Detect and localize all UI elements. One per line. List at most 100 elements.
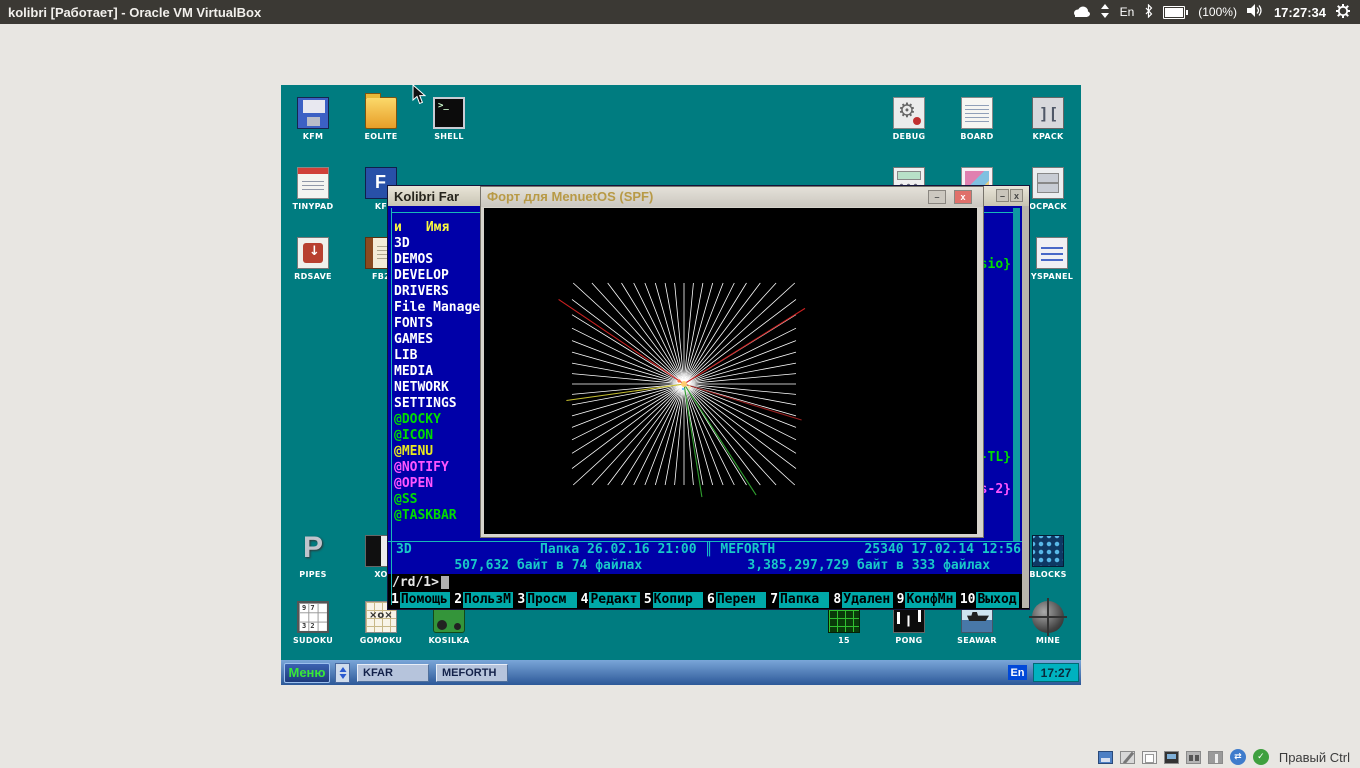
fkey-number: 4 [580, 592, 590, 608]
fkey-label: Редакт [589, 592, 639, 608]
far-status-line: 3DПапка 26.02.16 21:00 ║ MEFORTH25340 17… [388, 541, 1029, 558]
desktop-icon-label: PONG [895, 636, 922, 645]
far-scrollbar[interactable] [1022, 206, 1029, 608]
display-icon[interactable] [1164, 751, 1179, 764]
fkey-label: Копир [653, 592, 703, 608]
desktop-icon-board[interactable]: BOARD [945, 97, 1009, 141]
network-activity-icon[interactable] [1186, 751, 1201, 764]
far-command-line[interactable]: /rd/1> [388, 574, 1029, 591]
host-window-title: kolibri [Работает] - Oracle VM VirtualBo… [0, 5, 261, 20]
taskbar-right: En 17:27 [1008, 663, 1081, 682]
battery-icon[interactable] [1163, 6, 1188, 19]
pad-icon [297, 167, 329, 199]
sudoku-icon [297, 601, 329, 633]
updown-arrows-icon[interactable] [1100, 4, 1110, 21]
fkey-label: Выход [976, 592, 1019, 608]
fkey-label: Перен [716, 592, 766, 608]
fkey-number: 5 [643, 592, 653, 608]
fkey-number: 7 [769, 592, 779, 608]
desktop-icon-eolite[interactable]: EOLITE [349, 97, 413, 141]
usb-icon[interactable] [1208, 751, 1223, 764]
spf-titlebar[interactable]: Форт для MenuetOS (SPF) – x [481, 187, 983, 207]
cloud-icon[interactable] [1072, 5, 1090, 20]
desktop-icon-rdsave[interactable]: RDSAVE [281, 237, 345, 281]
desktop-icon-label: KOSILKA [429, 636, 470, 645]
taskbar-updown-button[interactable] [335, 663, 350, 683]
fkey-label: КонфМн [905, 592, 955, 608]
fkey-number: 2 [453, 592, 463, 608]
bluetooth-icon[interactable] [1144, 4, 1153, 21]
spf-close-button[interactable]: x [954, 190, 972, 204]
fkey-number: 10 [959, 592, 977, 608]
taskbar-lang-indicator[interactable]: En [1008, 665, 1027, 680]
far-minimize-button[interactable]: – [996, 189, 1009, 202]
taskbar-task-kfar[interactable]: KFAR [357, 664, 429, 682]
far-command-prompt: /rd/1> [392, 575, 439, 590]
far-close-button[interactable]: x [1010, 189, 1023, 202]
taskbar-task-meforth[interactable]: MEFORTH [436, 664, 508, 682]
shared-folders-icon[interactable] [1142, 751, 1157, 764]
desktop-icon-label: KF [375, 202, 387, 211]
menu-button[interactable]: Меню [284, 663, 330, 683]
desktop-icon-label: YSPANEL [1031, 272, 1073, 281]
desktop-icon-kfm[interactable]: KFM [281, 97, 345, 141]
far-fkey-7[interactable]: 7Папка [769, 592, 829, 608]
desktop-icon-label: BOARD [960, 132, 993, 141]
mine-icon [1032, 601, 1064, 633]
fkey-label: Помощь [400, 592, 450, 608]
session-gear-icon[interactable] [1336, 4, 1350, 21]
far-fkey-4[interactable]: 4Редакт [580, 592, 640, 608]
far-left-totals: 507,632 байт в 74 файлах [388, 558, 709, 574]
starburst-graphic [484, 208, 977, 534]
mouse-cursor [412, 84, 426, 105]
far-window-buttons: – x [996, 189, 1023, 202]
far-right-selected-info: 25340 17.02.14 12:56 [864, 542, 1021, 558]
far-fkey-1[interactable]: 1Помощь [390, 592, 450, 608]
fkey-number: 9 [896, 592, 906, 608]
desktop-icon-label: KFM [303, 132, 324, 141]
desktop-icon-pipes[interactable]: PIPES [281, 535, 345, 579]
taskbar-task-buttons: KFAR MEFORTH [350, 664, 508, 682]
fkey-label: ПользМ [463, 592, 513, 608]
desktop-icon-shell[interactable]: SHELL [417, 97, 481, 141]
desktop-icon-tinypad[interactable]: TINYPAD [281, 167, 345, 211]
far-fkey-2[interactable]: 2ПользМ [453, 592, 513, 608]
hdd-activity-icon[interactable] [1098, 751, 1113, 764]
keyboard-layout-indicator[interactable]: En [1120, 5, 1135, 19]
taskbar-clock[interactable]: 17:27 [1033, 663, 1079, 682]
spf-minimize-button[interactable]: – [928, 190, 946, 204]
cd-activity-icon[interactable] [1120, 751, 1135, 764]
spf-canvas[interactable] [484, 208, 977, 534]
far-fkey-9[interactable]: 9КонфМн [896, 592, 956, 608]
far-right-selected-item: MEFORTH [720, 542, 775, 558]
mouse-integration-icon[interactable]: ✓ [1253, 749, 1269, 765]
kolibri-desktop[interactable]: KFMEOLITESHELLDEBUGBOARDKPACKTINYPADKFOC… [281, 85, 1081, 685]
far-right-totals: 3,385,297,729 байт в 333 файлах [709, 558, 1030, 574]
far-fkey-5[interactable]: 5Копир [643, 592, 703, 608]
blocks-icon [1032, 535, 1064, 567]
far-panel-left-border [391, 208, 392, 605]
far-fkey-10[interactable]: 10Выход [959, 592, 1019, 608]
host-clock[interactable]: 17:27:34 [1274, 5, 1326, 20]
far-column-header: Имя [426, 220, 449, 236]
host-titlebar: kolibri [Работает] - Oracle VM VirtualBo… [0, 0, 1360, 24]
far-fkey-3[interactable]: 3Просм [516, 592, 576, 608]
desktop-icon-kpack[interactable]: KPACK [1016, 97, 1080, 141]
vbox-statusbar: ⇄ ✓ Правый Ctrl [1098, 749, 1350, 765]
floppy-icon [297, 97, 329, 129]
far-totals-line: 507,632 байт в 74 файлах 3,385,297,729 б… [388, 558, 1029, 574]
far-fkey-8[interactable]: 8Удален [832, 592, 892, 608]
desktop-icon-label: GOMOKU [360, 636, 402, 645]
volume-icon[interactable] [1247, 4, 1264, 20]
spf-window: Форт для MenuetOS (SPF) – x [480, 186, 984, 538]
features-icon[interactable]: ⇄ [1230, 749, 1246, 765]
desktop-icon-sudoku[interactable]: SUDOKU [281, 601, 345, 645]
term-icon [433, 97, 465, 129]
fkey-label: Просм [526, 592, 576, 608]
far-fkey-6[interactable]: 6Перен [706, 592, 766, 608]
pipes-icon [297, 535, 329, 567]
desktop-icon-label: SEAWAR [957, 636, 997, 645]
desktop-icon-debug[interactable]: DEBUG [877, 97, 941, 141]
desktop-icon-label: BLOCKS [1029, 570, 1066, 579]
far-selected-item: 3D [396, 542, 412, 558]
